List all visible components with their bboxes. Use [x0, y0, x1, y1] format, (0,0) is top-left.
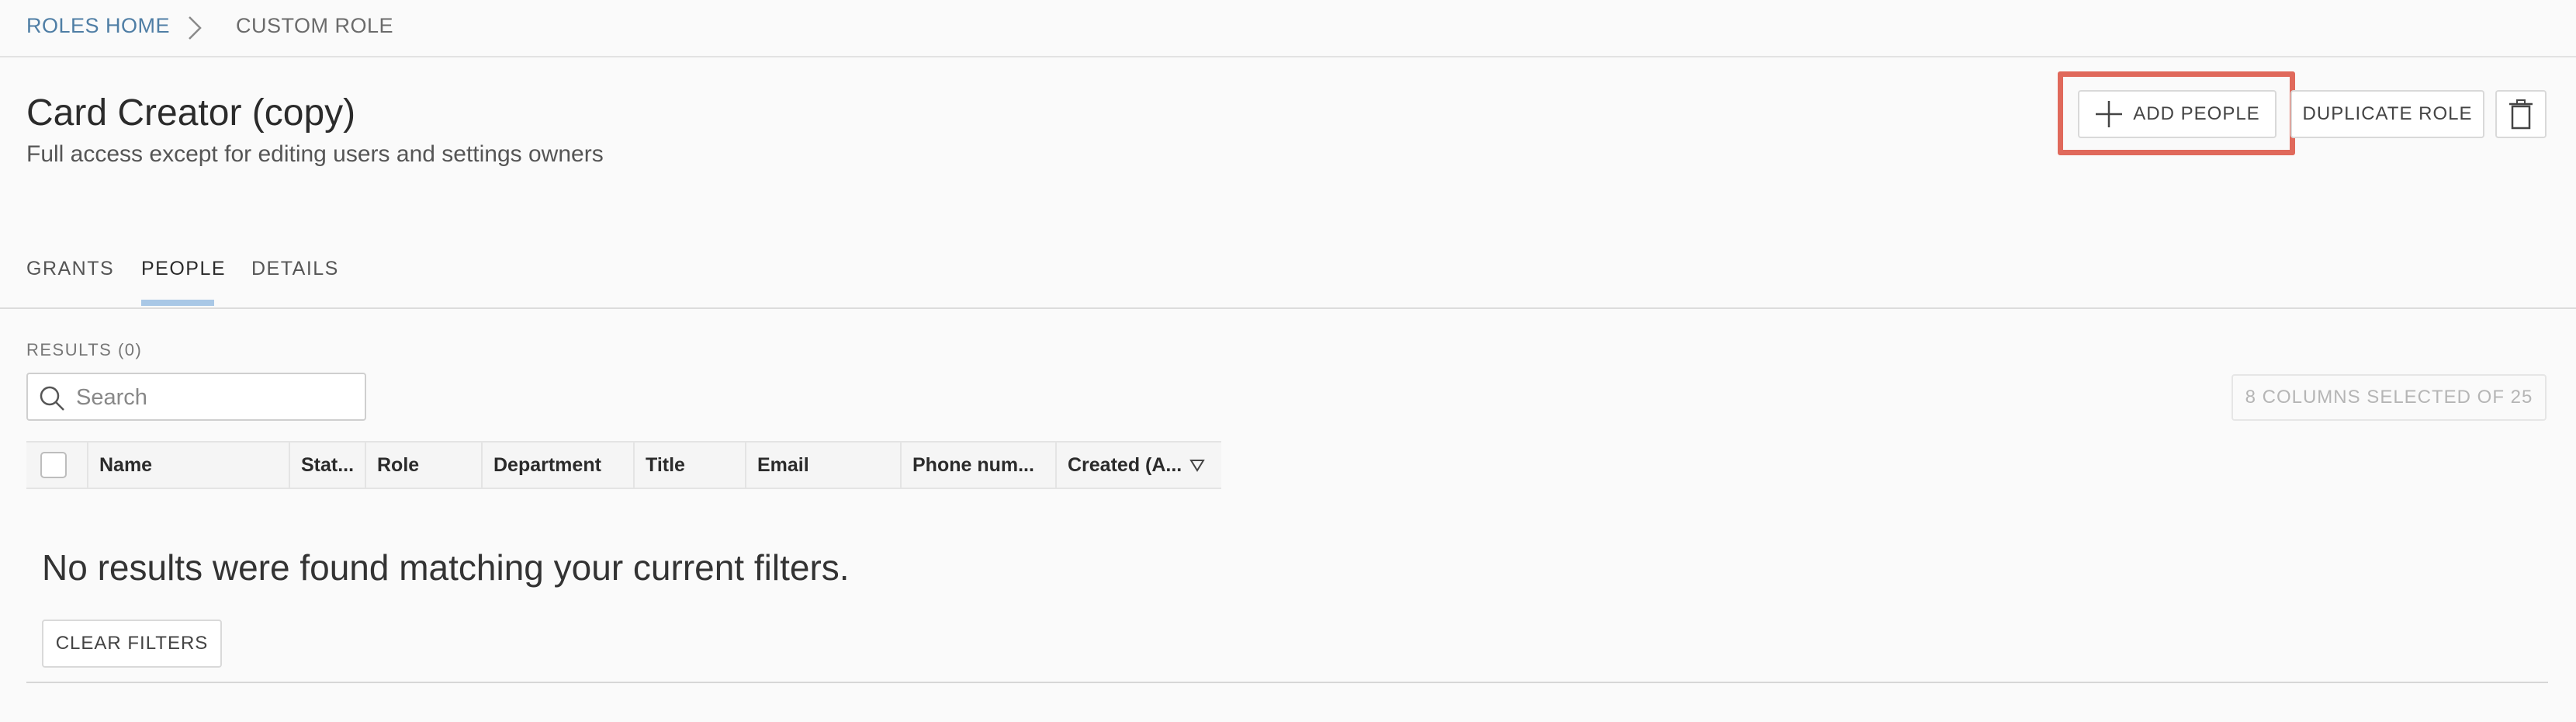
column-header-phone[interactable]: Phone num...	[900, 443, 1055, 488]
column-header-status[interactable]: Stat...	[289, 443, 365, 488]
table-header: Name Stat... Role Department Title Email…	[26, 441, 1221, 489]
breadcrumb-current: CUSTOM ROLE	[236, 14, 394, 37]
empty-state-message: No results were found matching your curr…	[42, 547, 850, 588]
column-header-role[interactable]: Role	[365, 443, 481, 488]
select-all-checkbox[interactable]	[40, 452, 67, 478]
clear-filters-label: CLEAR FILTERS	[55, 633, 209, 654]
active-tab-indicator	[141, 300, 214, 306]
breadcrumb-roles-home-link[interactable]: ROLES HOME	[26, 14, 170, 38]
plus-icon	[2096, 101, 2123, 127]
tab-bar: GRANTS PEOPLE DETAILS	[0, 248, 2576, 309]
add-people-button[interactable]: ADD PEOPLE	[2078, 90, 2277, 138]
page-title: Card Creator (copy)	[26, 92, 356, 134]
columns-selector-label: 8 COLUMNS SELECTED OF 25	[2245, 387, 2533, 408]
tab-grants[interactable]: GRANTS	[26, 258, 114, 280]
breadcrumb: ROLES HOME CUSTOM ROLE	[0, 0, 2576, 57]
page-subtitle: Full access except for editing users and…	[26, 141, 604, 167]
duplicate-role-label: DUPLICATE ROLE	[2302, 103, 2473, 124]
column-header-created[interactable]: Created (A...	[1055, 443, 1221, 488]
column-header-department[interactable]: Department	[481, 443, 633, 488]
search-icon	[40, 386, 64, 411]
results-count: RESULTS (0)	[26, 340, 143, 359]
sort-descending-icon	[1189, 460, 1206, 472]
search-input[interactable]	[74, 380, 357, 415]
column-header-title[interactable]: Title	[633, 443, 745, 488]
chevron-right-icon	[189, 16, 202, 40]
column-header-email[interactable]: Email	[745, 443, 900, 488]
search-field	[26, 373, 366, 421]
select-all-cell	[26, 443, 87, 488]
column-header-name[interactable]: Name	[87, 443, 289, 488]
delete-role-button[interactable]	[2495, 90, 2547, 138]
tab-people[interactable]: PEOPLE	[141, 258, 226, 280]
duplicate-role-button[interactable]: DUPLICATE ROLE	[2290, 90, 2484, 138]
divider	[26, 682, 2548, 683]
tab-details[interactable]: DETAILS	[251, 258, 339, 280]
trash-icon	[2509, 99, 2533, 130]
add-people-label: ADD PEOPLE	[2133, 103, 2260, 124]
columns-selector-button[interactable]: 8 COLUMNS SELECTED OF 25	[2231, 374, 2547, 421]
clear-filters-button[interactable]: CLEAR FILTERS	[42, 620, 222, 668]
